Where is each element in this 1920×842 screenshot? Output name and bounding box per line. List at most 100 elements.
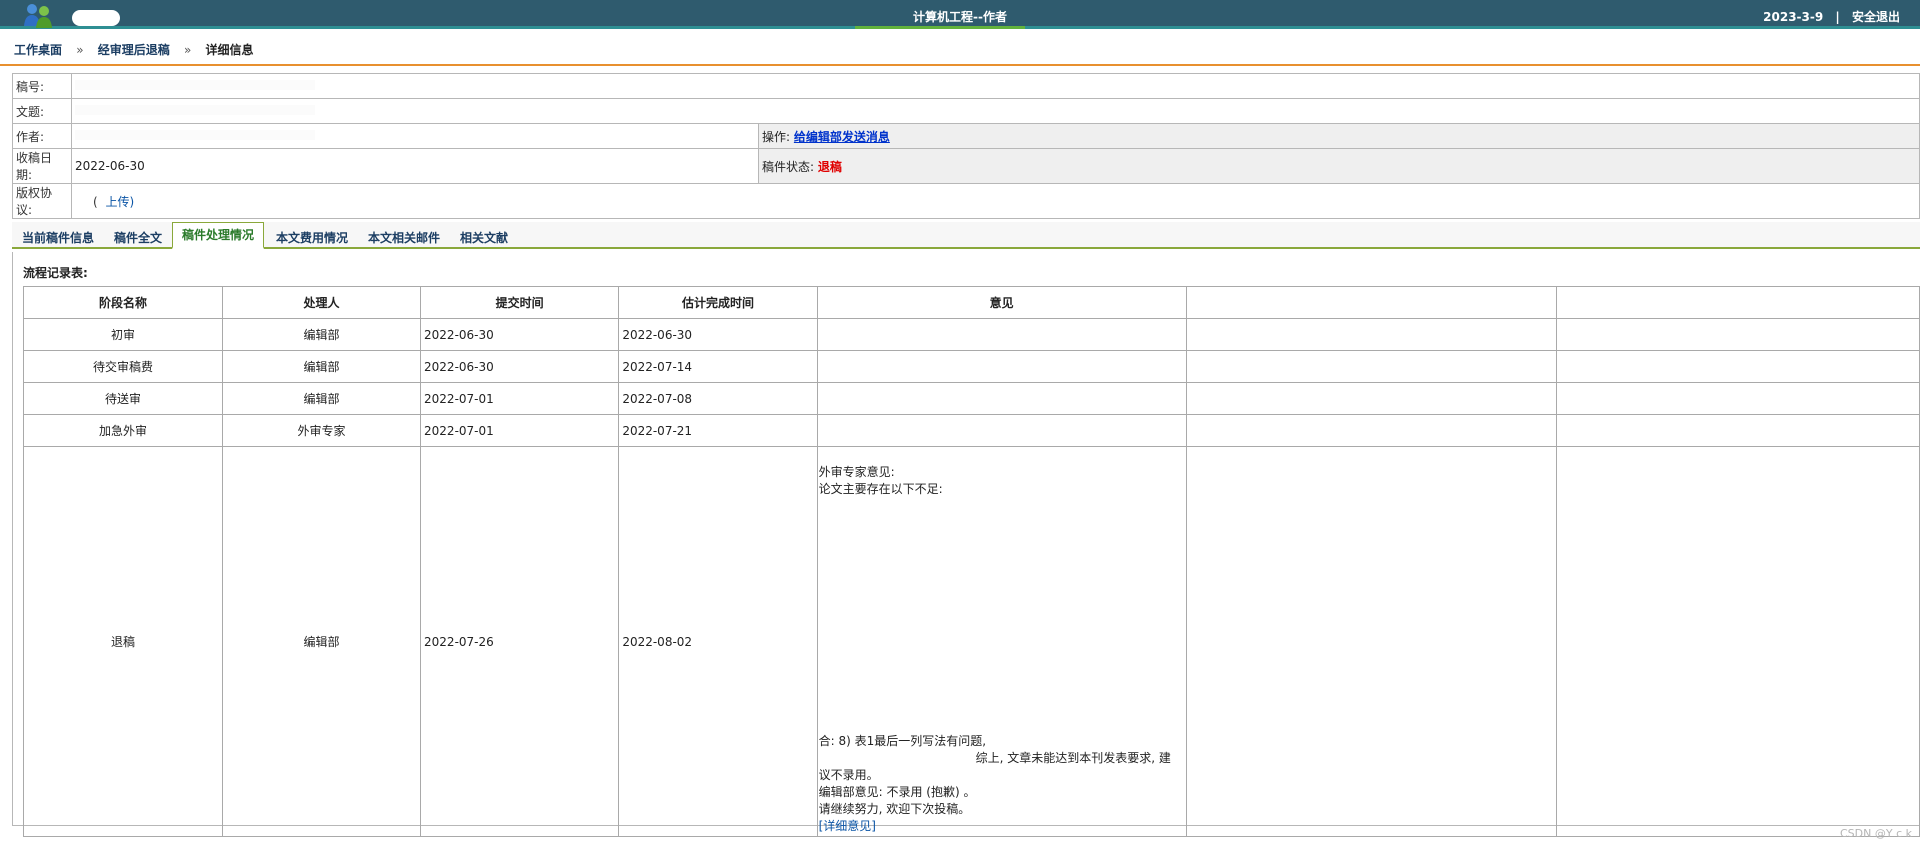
row-empty xyxy=(1555,382,1920,415)
row-opinion xyxy=(816,414,1187,447)
row-submitted: 2022-07-01 xyxy=(420,382,620,415)
opinion-line: 请继续努力, 欢迎下次投稿。 xyxy=(818,802,971,816)
manuscript-info-table: 稿号: 文题: 作者: 操作: 给编辑部发送消息 收稿日期: 2022-06-3… xyxy=(12,73,1920,219)
col-stage: 阶段名称 xyxy=(22,286,224,319)
copyright-cell: ( 上传) xyxy=(71,183,1920,219)
row-empty xyxy=(1185,318,1557,351)
opinion-line: 议不录用。 xyxy=(818,768,879,782)
received-date-value: 2022-06-30 xyxy=(71,148,759,184)
table-row: 初审 编辑部 2022-06-30 2022-06-30 xyxy=(22,318,1920,351)
tab-processing[interactable]: 稿件处理情况 xyxy=(172,222,265,249)
col-submitted: 提交时间 xyxy=(420,286,620,319)
row-empty xyxy=(1555,414,1920,447)
row-stage: 待交审稿费 xyxy=(22,350,224,383)
row-submitted: 2022-06-30 xyxy=(420,350,620,383)
row-empty xyxy=(1185,446,1557,837)
row-empty xyxy=(1185,382,1557,415)
status-value: 退稿 xyxy=(817,159,842,174)
row-opinion xyxy=(816,382,1187,415)
col-opinion: 意见 xyxy=(816,286,1187,319)
detailed-opinion-link[interactable]: [详细意见] xyxy=(819,819,876,833)
opinion-line: 论文主要存在以下不足: xyxy=(818,482,943,496)
opinion-line: 合: 8) 表1最后一列写法有问题, xyxy=(818,734,987,748)
row-submitted: 2022-07-01 xyxy=(420,414,620,447)
author-value xyxy=(71,123,759,149)
table-row: 退稿 编辑部 2022-07-26 2022-08-02 外审专家意见: 论文主… xyxy=(22,446,1920,837)
title-label: 文题: xyxy=(12,98,72,124)
title-value xyxy=(71,98,1920,124)
breadcrumb: 工作桌面 » 经审理后退稿 » 详细信息 xyxy=(14,41,253,58)
row-stage: 加急外审 xyxy=(22,414,224,447)
logout-link[interactable]: 安全退出 xyxy=(1852,10,1900,24)
process-title: 流程记录表: xyxy=(23,266,88,280)
opinion-line: 外审专家意见: xyxy=(818,465,895,479)
col-empty-1 xyxy=(1185,286,1557,319)
opinion-text: 外审专家意见: 论文主要存在以下不足: 合: 8) 表1最后一列写法有问题, 综… xyxy=(819,448,1185,835)
header-divider xyxy=(0,64,1920,66)
row-stage: 初审 xyxy=(22,318,224,351)
row-opinion: 外审专家意见: 论文主要存在以下不足: 合: 8) 表1最后一列写法有问题, 综… xyxy=(816,446,1187,837)
current-date: 2023-3-9 xyxy=(1763,10,1824,24)
row-empty xyxy=(1555,446,1920,837)
action-label: 操作: xyxy=(762,129,791,144)
tab-bar: 当前稿件信息 稿件全文 稿件处理情况 本文费用情况 本文相关邮件 相关文献 xyxy=(12,222,1920,249)
row-empty xyxy=(1185,350,1557,383)
col-handler: 处理人 xyxy=(222,286,422,319)
row-handler: 外审专家 xyxy=(222,414,422,447)
row-due: 2022-07-14 xyxy=(618,350,818,383)
tab-full-text[interactable]: 稿件全文 xyxy=(114,229,162,246)
manuscript-no-value xyxy=(71,73,1920,99)
manuscript-no-label: 稿号: xyxy=(12,73,72,99)
received-date-label: 收稿日期: xyxy=(12,148,72,184)
status-cell: 稿件状态: 退稿 xyxy=(758,148,1920,184)
row-due: 2022-07-08 xyxy=(618,382,818,415)
header-separator: | xyxy=(1835,10,1840,24)
row-stage: 待送审 xyxy=(22,382,224,415)
breadcrumb-desktop[interactable]: 工作桌面 xyxy=(14,43,62,57)
process-table: 阶段名称 处理人 提交时间 估计完成时间 意见 初审 编辑部 2022-06-3… xyxy=(22,286,1920,837)
row-due: 2022-07-21 xyxy=(618,414,818,447)
row-empty xyxy=(1555,318,1920,351)
breadcrumb-arrow: » xyxy=(183,43,192,57)
author-label: 作者: xyxy=(12,123,72,149)
opinion-line: 综上, 文章未能达到本刊发表要求, 建 xyxy=(975,751,1171,765)
tab-emails[interactable]: 本文相关邮件 xyxy=(368,229,440,246)
process-panel: 流程记录表: 阶段名称 处理人 提交时间 估计完成时间 意见 初审 编辑部 20… xyxy=(12,252,1920,837)
row-stage: 退稿 xyxy=(22,446,224,837)
status-label: 稿件状态: xyxy=(762,159,815,174)
breadcrumb-rejected[interactable]: 经审理后退稿 xyxy=(98,43,170,57)
row-handler: 编辑部 xyxy=(222,446,422,837)
copyright-paren: ( xyxy=(93,194,98,209)
row-due: 2022-06-30 xyxy=(618,318,818,351)
table-row: 待交审稿费 编辑部 2022-06-30 2022-07-14 xyxy=(22,350,1920,383)
row-handler: 编辑部 xyxy=(222,382,422,415)
row-handler: 编辑部 xyxy=(222,350,422,383)
watermark: CSDN @Y c k xyxy=(1840,827,1912,840)
row-submitted: 2022-06-30 xyxy=(420,318,620,351)
opinion-line: 编辑部意见: 不录用 (抱歉) 。 xyxy=(818,785,976,799)
table-header-row: 阶段名称 处理人 提交时间 估计完成时间 意见 xyxy=(22,286,1920,319)
progress-strip xyxy=(855,26,1025,29)
action-cell: 操作: 给编辑部发送消息 xyxy=(758,123,1920,149)
send-message-link[interactable]: 给编辑部发送消息 xyxy=(794,130,890,144)
upload-link[interactable]: 上传) xyxy=(106,195,135,209)
row-opinion xyxy=(816,318,1187,351)
table-row: 待送审 编辑部 2022-07-01 2022-07-08 xyxy=(22,382,1920,415)
tab-references[interactable]: 相关文献 xyxy=(460,229,508,246)
breadcrumb-arrow: » xyxy=(76,43,84,57)
breadcrumb-current: 详细信息 xyxy=(205,43,254,57)
table-row: 加急外审 外审专家 2022-07-01 2022-07-21 xyxy=(22,414,1920,447)
row-empty xyxy=(1185,414,1557,447)
col-due: 估计完成时间 xyxy=(618,286,818,319)
row-empty xyxy=(1555,350,1920,383)
top-bar: 计算机工程--作者 2023-3-9 | 安全退出 xyxy=(0,0,1920,29)
header-right: 2023-3-9 | 安全退出 xyxy=(1763,8,1900,25)
tab-fees[interactable]: 本文费用情况 xyxy=(276,229,348,246)
row-submitted: 2022-07-26 xyxy=(420,446,620,837)
col-empty-2 xyxy=(1555,286,1920,319)
row-handler: 编辑部 xyxy=(222,318,422,351)
row-opinion xyxy=(816,350,1187,383)
tab-current-info[interactable]: 当前稿件信息 xyxy=(22,229,94,246)
system-title: 计算机工程--作者 xyxy=(913,10,1007,24)
row-due: 2022-08-02 xyxy=(618,446,818,837)
